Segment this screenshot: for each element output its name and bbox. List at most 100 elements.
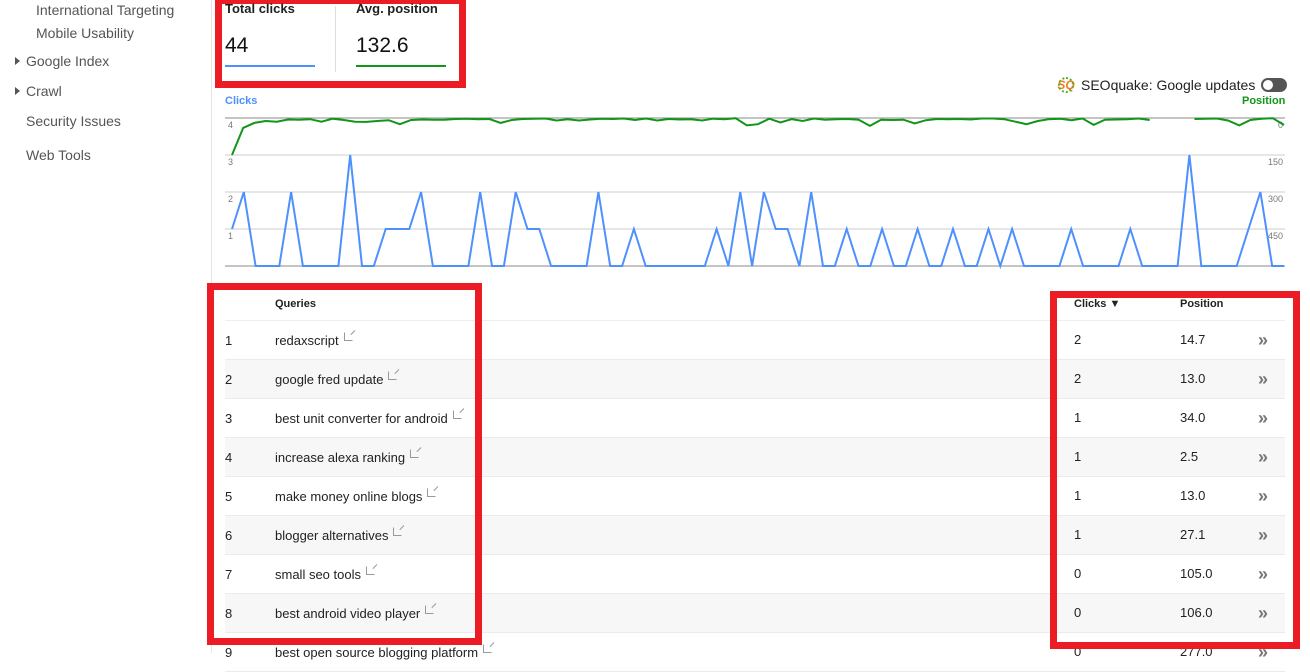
sidebar: International Targeting Mobile Usability…	[0, 0, 212, 653]
table-row[interactable]: 2 google fred update 2 13.0 »	[225, 360, 1285, 399]
clicks-value: 2	[1074, 332, 1082, 347]
query-text: small seo tools	[275, 567, 361, 582]
table-row[interactable]: 1 redaxscript 2 14.7 »	[225, 321, 1285, 360]
position-value: 13.0	[1180, 488, 1206, 503]
expand-triangle-icon[interactable]	[15, 57, 20, 65]
table-row[interactable]: 3 best unit converter for android 1 34.0 »	[225, 399, 1285, 438]
row-details-chevron-icon[interactable]: »	[1258, 603, 1268, 624]
table-row[interactable]: 6 blogger alternatives 1 27.1 »	[225, 516, 1285, 555]
clicks-value: 1	[1074, 410, 1082, 425]
row-details-chevron-icon[interactable]: »	[1258, 369, 1268, 390]
external-link-icon[interactable]	[388, 371, 398, 380]
query-link[interactable]: best unit converter for android	[275, 410, 462, 426]
seoquake-label: SEOquake: Google updates	[1081, 77, 1256, 93]
row-details-chevron-icon[interactable]: »	[1258, 447, 1268, 468]
query-link[interactable]: small seo tools	[275, 566, 375, 582]
row-number: 8	[225, 606, 233, 621]
clicks-value: 1	[1074, 449, 1082, 464]
column-header-clicks[interactable]: Clicks ▼	[1074, 298, 1120, 310]
clicks-value: 1	[1074, 527, 1082, 542]
query-link[interactable]: make money online blogs	[275, 488, 437, 504]
sidebar-item-security-issues[interactable]: Security Issues	[26, 113, 121, 129]
external-link-icon[interactable]	[365, 566, 375, 575]
external-link-icon[interactable]	[452, 410, 462, 419]
metric-color-bar	[356, 65, 446, 67]
metric-label: Avg. position	[356, 1, 438, 16]
query-link[interactable]: best android video player	[275, 605, 435, 621]
left-axis-tick: 3	[228, 157, 233, 167]
sidebar-item-label: Mobile Usability	[36, 25, 135, 41]
table-row[interactable]: 5 make money online blogs 1 13.0 »	[225, 477, 1285, 516]
right-axis-tick: 300	[1268, 194, 1283, 204]
position-value: 13.0	[1180, 371, 1206, 386]
clicks-value: 0	[1074, 566, 1082, 581]
external-link-icon[interactable]	[410, 449, 420, 458]
row-details-chevron-icon[interactable]: »	[1258, 408, 1268, 429]
position-value: 105.0	[1180, 566, 1213, 581]
row-number: 4	[225, 450, 233, 465]
query-link[interactable]: redaxscript	[275, 332, 353, 348]
table-row[interactable]: 7 small seo tools 0 105.0 »	[225, 555, 1285, 594]
seoquake-logo-icon: SQ	[1057, 77, 1075, 93]
query-link[interactable]: google fred update	[275, 371, 398, 387]
sidebar-item-google-index[interactable]: Google Index	[15, 53, 110, 69]
sidebar-item-international-targeting[interactable]: International Targeting	[36, 2, 174, 18]
row-details-chevron-icon[interactable]: »	[1258, 330, 1268, 351]
query-text: redaxscript	[275, 333, 339, 348]
clicks-value: 0	[1074, 605, 1082, 620]
column-header-position[interactable]: Position	[1180, 298, 1223, 310]
external-link-icon[interactable]	[393, 527, 403, 536]
external-link-icon[interactable]	[343, 332, 353, 341]
table-row[interactable]: 8 best android video player 0 106.0 »	[225, 594, 1285, 633]
table-header: Queries Clicks ▼ Position	[225, 290, 1285, 321]
position-value: 34.0	[1180, 410, 1206, 425]
query-text: google fred update	[275, 372, 384, 387]
row-number: 1	[225, 333, 233, 348]
seoquake-google-updates: SQ SEOquake: Google updates	[1057, 76, 1288, 94]
sidebar-item-web-tools[interactable]: Web Tools	[26, 147, 91, 163]
right-axis-tick: 150	[1268, 157, 1283, 167]
right-axis-tick: 450	[1268, 231, 1283, 241]
sidebar-item-crawl[interactable]: Crawl	[15, 83, 62, 99]
google-updates-toggle[interactable]	[1261, 78, 1288, 92]
row-number: 2	[225, 372, 233, 387]
external-link-icon[interactable]	[425, 605, 435, 614]
table-row[interactable]: 4 increase alexa ranking 1 2.5 »	[225, 438, 1285, 477]
left-axis-tick: 1	[228, 231, 233, 241]
external-link-icon[interactable]	[483, 644, 493, 653]
query-text: best android video player	[275, 606, 421, 621]
position-value: 2.5	[1180, 449, 1199, 464]
series-line-clicks	[231, 154, 1284, 270]
position-value: 14.7	[1180, 332, 1206, 347]
metric-divider	[335, 6, 336, 72]
query-text: make money online blogs	[275, 489, 423, 504]
metric-color-bar	[225, 65, 315, 67]
query-link[interactable]: blogger alternatives	[275, 527, 403, 543]
right-axis-title: Position	[1242, 95, 1286, 107]
row-number: 6	[225, 528, 233, 543]
row-number: 3	[225, 411, 233, 426]
clicks-value: 1	[1074, 488, 1082, 503]
row-details-chevron-icon[interactable]: »	[1258, 525, 1268, 546]
query-link[interactable]: increase alexa ranking	[275, 449, 420, 465]
sidebar-item-label: Crawl	[26, 83, 62, 99]
row-details-chevron-icon[interactable]: »	[1258, 564, 1268, 585]
row-details-chevron-icon[interactable]: »	[1258, 486, 1268, 507]
sidebar-item-mobile-usability[interactable]: Mobile Usability	[36, 25, 134, 41]
expand-triangle-icon[interactable]	[15, 87, 20, 95]
sidebar-item-label: International Targeting	[36, 2, 175, 18]
left-axis-tick: 4	[228, 120, 233, 130]
metric-value: 132.6	[356, 34, 409, 57]
left-axis-tick: 2	[228, 194, 233, 204]
sidebar-item-label: Google Index	[26, 53, 110, 69]
left-axis-title: Clicks	[225, 95, 258, 107]
sidebar-item-label: Web Tools	[26, 147, 91, 163]
position-value: 277.0	[1180, 644, 1213, 659]
row-number: 7	[225, 567, 233, 582]
clicks-value: 2	[1074, 371, 1082, 386]
column-header-queries[interactable]: Queries	[275, 298, 316, 310]
external-link-icon[interactable]	[427, 488, 437, 497]
position-value: 27.1	[1180, 527, 1206, 542]
row-number: 5	[225, 489, 233, 504]
right-axis-tick: 0	[1278, 120, 1283, 130]
